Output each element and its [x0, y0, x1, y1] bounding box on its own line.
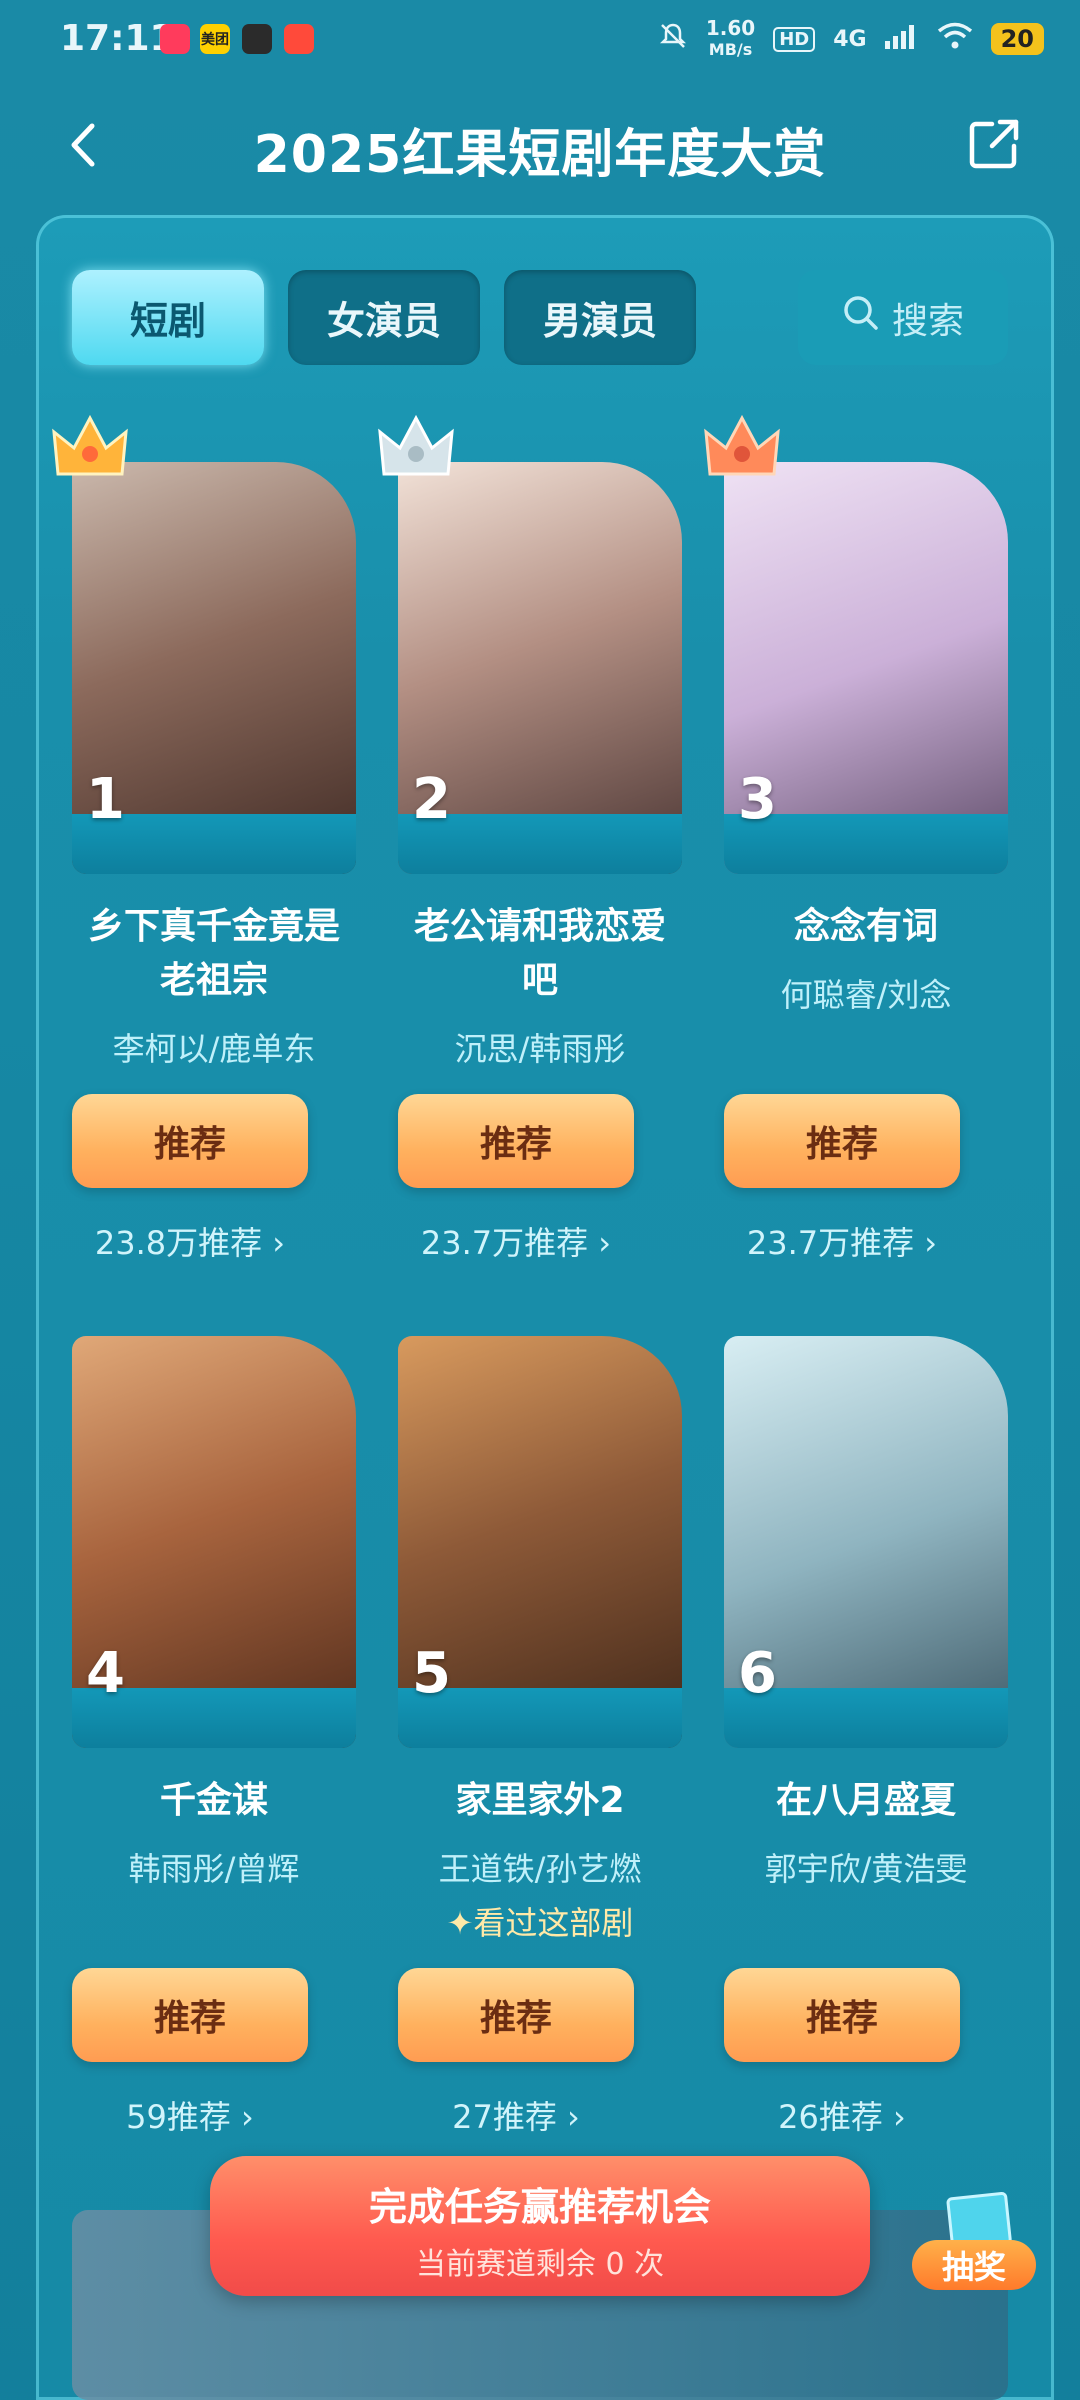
drama-title: 在八月盛夏	[775, 1780, 956, 1821]
task-banner-button[interactable]: 完成任务赢推荐机会 当前赛道剩余 0 次	[210, 2156, 870, 2296]
status-time: 17:11	[60, 18, 175, 59]
recommend-count-link[interactable]: 23.7万推荐 ›	[704, 1218, 980, 1264]
recommend-button[interactable]: 推荐	[72, 1968, 308, 2062]
bronze-crown-icon	[704, 414, 780, 484]
hd-badge: HD	[773, 26, 816, 52]
actor-names: 沉思/韩雨彤	[454, 1030, 626, 1068]
recommend-button[interactable]: 推荐	[724, 1968, 960, 2062]
network-speed: 1.60 MB/s	[706, 18, 755, 60]
title-line-1: 念念有词	[793, 906, 938, 947]
recommend-count-link[interactable]: 23.8万推荐 ›	[52, 1218, 328, 1264]
tab-actor[interactable]: 男演员	[504, 270, 696, 365]
tab-actress[interactable]: 女演员	[288, 270, 480, 365]
wifi-icon	[937, 22, 973, 56]
lottery-button[interactable]: 抽奖	[912, 2190, 1036, 2290]
drama-title: 乡下真千金竟是 老祖宗	[52, 900, 376, 1008]
battery-level: 20	[990, 23, 1044, 55]
red-app-icon	[160, 24, 190, 54]
status-bar: 17:11 美团 1.60 MB/s HD 4G 20	[0, 0, 1080, 80]
speed-value: 1.60	[705, 16, 756, 40]
gold-crown-icon	[52, 414, 128, 484]
banner-subtitle: 当前赛道剩余 0 次	[415, 2247, 665, 2282]
silver-crown-icon	[378, 414, 454, 484]
meituan-icon: 美团	[200, 24, 230, 54]
search-label: 搜索	[891, 300, 964, 342]
rank-number: 4	[86, 1641, 125, 1706]
rank-number: 2	[412, 767, 451, 832]
app-header: 2025红果短剧年度大赏	[0, 90, 1080, 200]
recommend-button[interactable]: 推荐	[724, 1094, 960, 1188]
lottery-label: 抽奖	[912, 2240, 1036, 2290]
shopping-app-icon	[284, 24, 314, 54]
rank-number: 1	[86, 767, 125, 832]
watched-badge: ✦看过这部剧	[446, 1904, 634, 1942]
recommend-button[interactable]: 推荐	[72, 1094, 308, 1188]
actor-names: 韩雨彤/曾辉	[128, 1850, 300, 1888]
share-icon[interactable]	[966, 116, 1022, 172]
signal-icon	[884, 23, 919, 55]
speed-unit: MB/s	[708, 40, 753, 59]
book-app-icon	[242, 24, 272, 54]
drama-title: 千金谋	[159, 1780, 268, 1821]
rank-number: 3	[738, 767, 777, 832]
title-line-1: 老公请和我恋爱	[413, 906, 666, 947]
recommend-count-link[interactable]: 23.7万推荐 ›	[378, 1218, 654, 1264]
drama-title: 老公请和我恋爱 吧	[378, 900, 702, 1008]
actor-names: 李柯以/鹿单东	[112, 1030, 316, 1068]
actor-names: 何聪睿/刘念	[780, 976, 952, 1014]
page-title: 2025红果短剧年度大赏	[253, 125, 827, 185]
title-line-2: 吧	[521, 960, 558, 1001]
drama-title: 念念有词	[704, 900, 1028, 954]
search-icon	[842, 294, 880, 341]
title-line-2: 老祖宗	[159, 960, 268, 1001]
recommend-count-link[interactable]: 26推荐 ›	[704, 2092, 980, 2138]
actor-names: 郭宇欣/黄浩雯	[764, 1850, 968, 1888]
drama-title: 家里家外2	[455, 1780, 625, 1821]
title-line-1: 乡下真千金竟是	[87, 906, 340, 947]
recommend-count-link[interactable]: 59推荐 ›	[52, 2092, 328, 2138]
recommend-button[interactable]: 推荐	[398, 1094, 634, 1188]
recommend-button[interactable]: 推荐	[398, 1968, 634, 2062]
rank-number: 6	[738, 1641, 777, 1706]
mute-icon	[658, 21, 688, 57]
tab-short-drama[interactable]: 短剧	[72, 270, 264, 365]
rank-number: 5	[412, 1641, 451, 1706]
recommend-count-link[interactable]: 27推荐 ›	[378, 2092, 654, 2138]
banner-title: 完成任务赢推荐机会	[368, 2185, 711, 2229]
network-type: 4G	[833, 26, 867, 52]
actor-names: 王道铁/孙艺燃	[438, 1850, 642, 1888]
search-button[interactable]: 搜索	[798, 270, 1008, 365]
